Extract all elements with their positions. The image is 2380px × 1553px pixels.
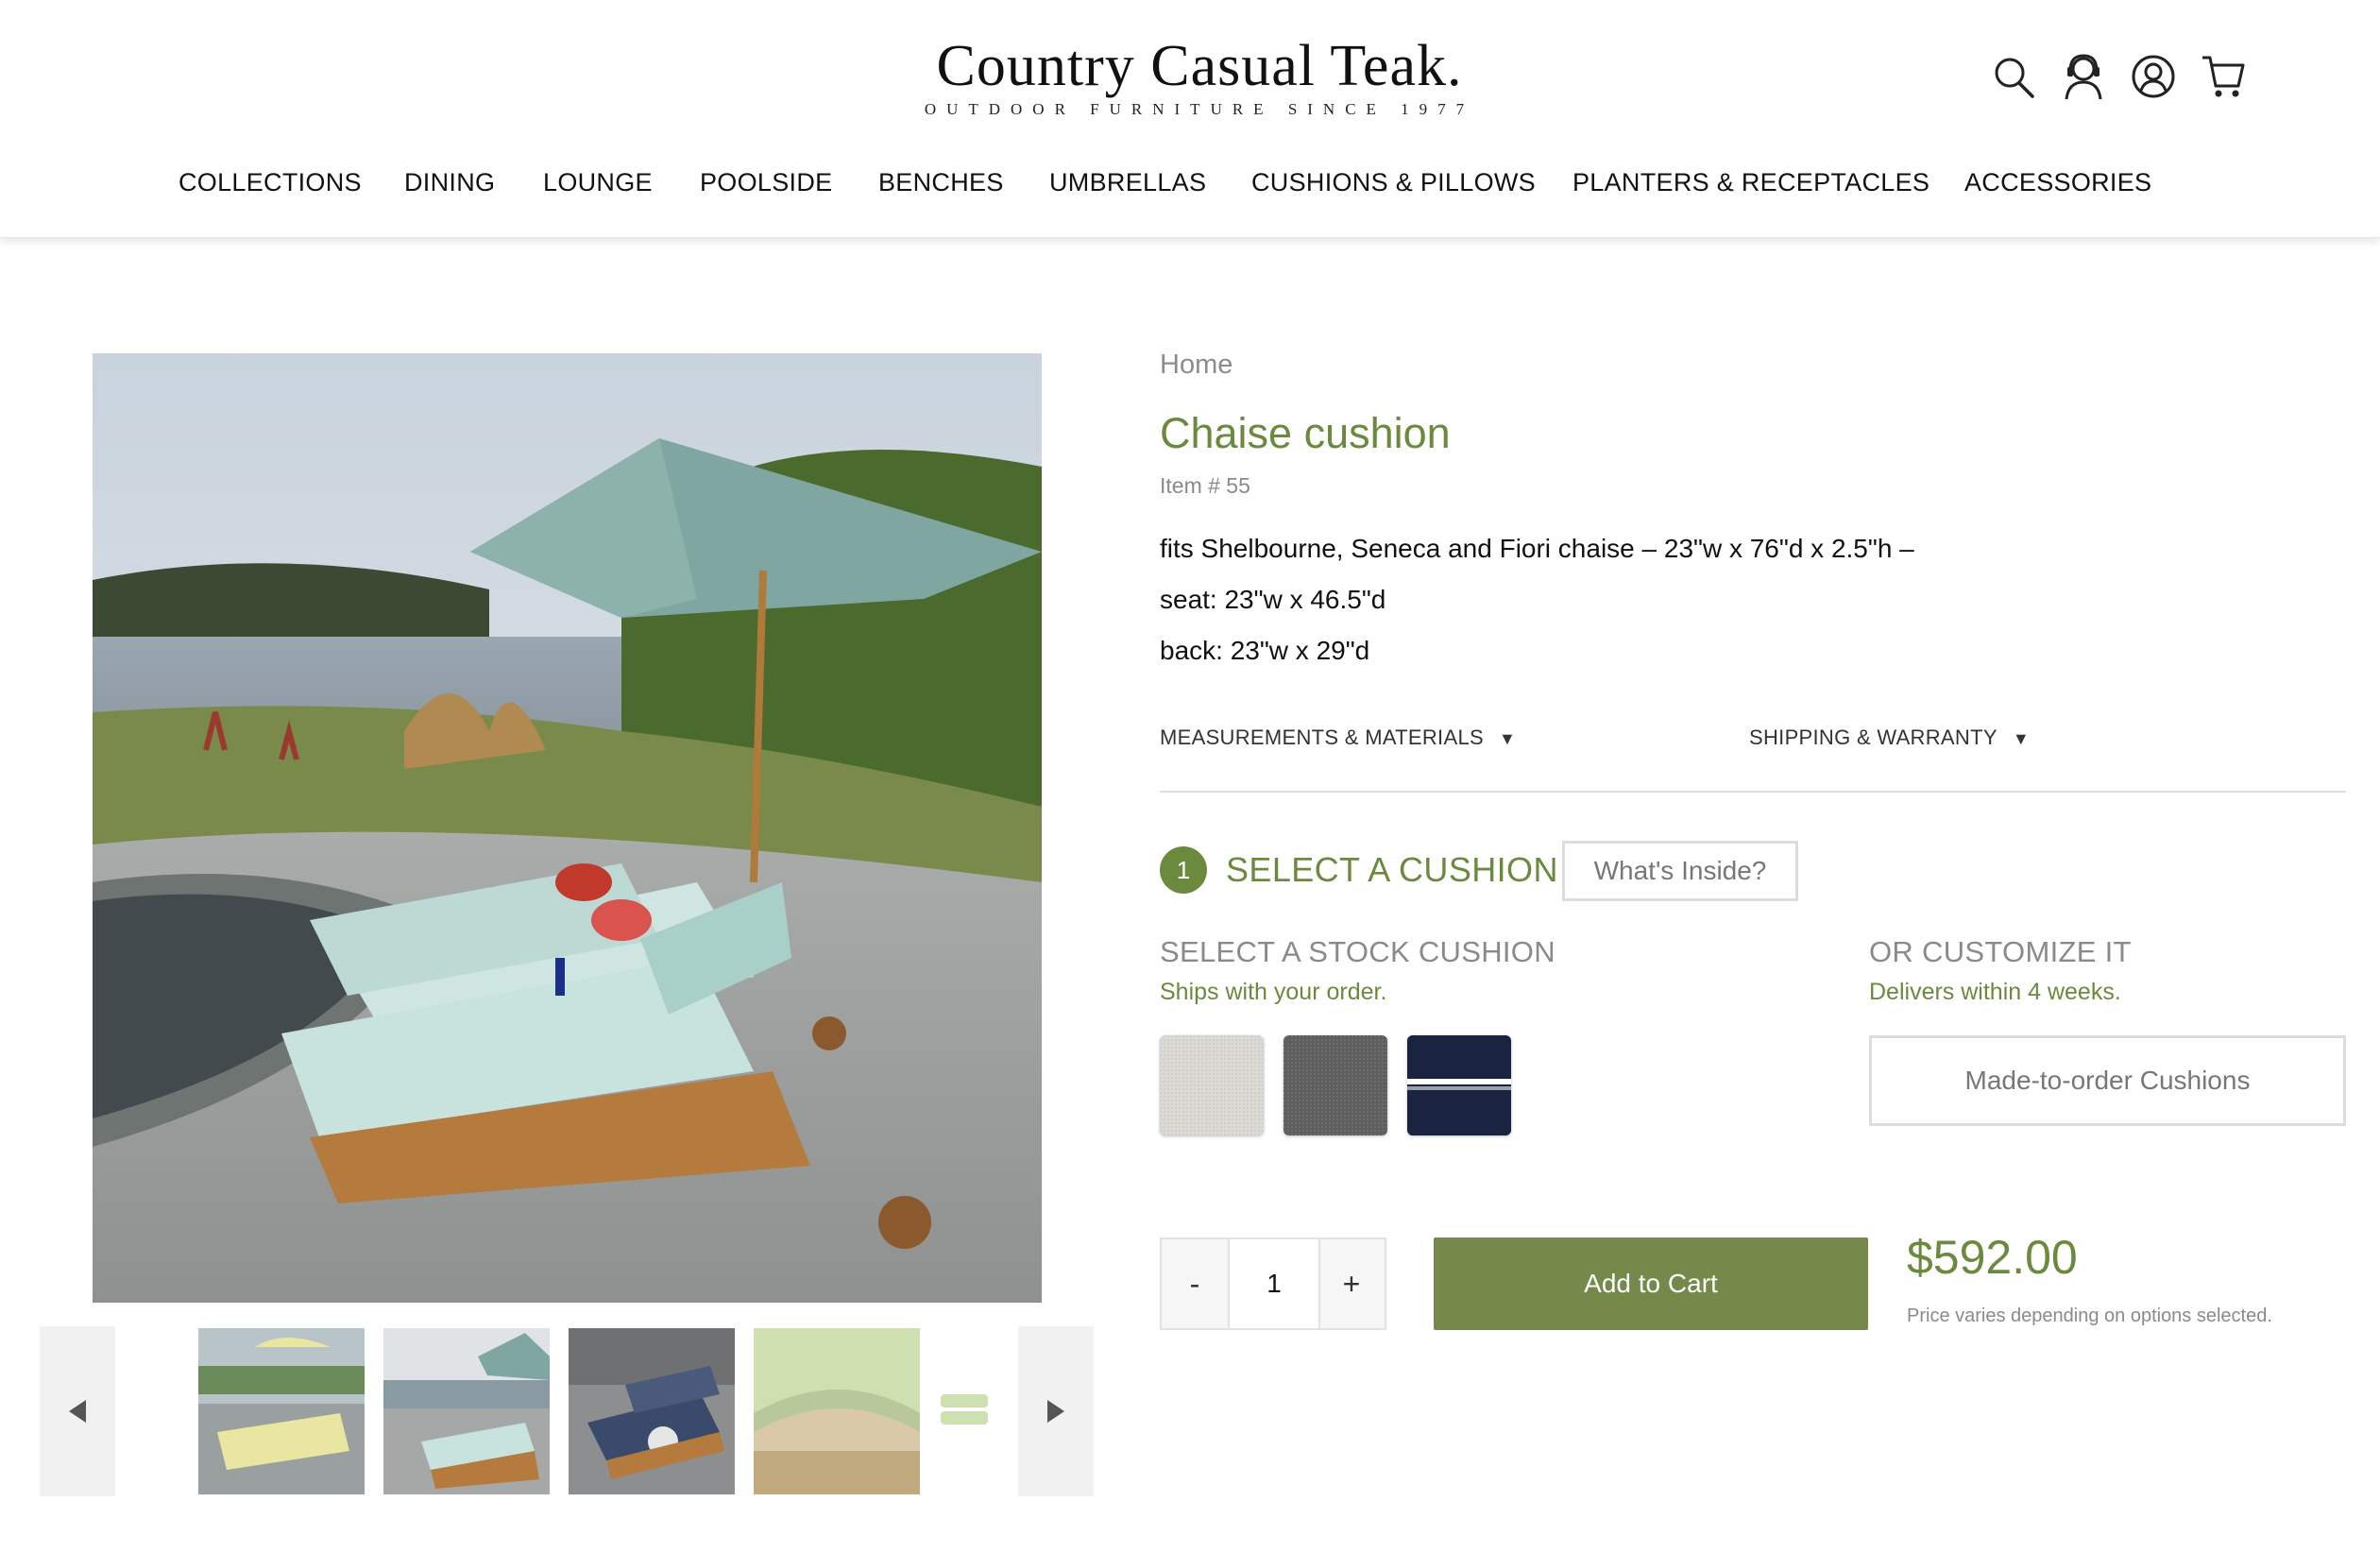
nav-planters-receptacles[interactable]: PLANTERS & RECEPTACLES bbox=[1572, 168, 1930, 197]
customize-label: OR CUSTOMIZE IT bbox=[1869, 935, 2132, 968]
caret-down-icon: ▼ bbox=[1498, 729, 1517, 748]
qty-decrease-button[interactable]: - bbox=[1162, 1239, 1228, 1328]
chevron-right-icon bbox=[1047, 1400, 1064, 1423]
cart-icon[interactable] bbox=[2201, 51, 2246, 102]
carousel-next-button[interactable] bbox=[1018, 1326, 1094, 1496]
main-nav: COLLECTIONS DINING LOUNGE POOLSIDE BENCH… bbox=[0, 168, 2380, 206]
tab-shipping-warranty[interactable]: SHIPPING & WARRANTY ▼ bbox=[1749, 725, 2030, 750]
description-line-1: fits Shelbourne, Seneca and Fiori chaise… bbox=[1160, 534, 1914, 563]
price-note: Price varies depending on options select… bbox=[1907, 1306, 2272, 1326]
fabric-texture bbox=[1284, 1035, 1387, 1135]
quantity-stepper: - + bbox=[1160, 1237, 1386, 1330]
swatch-navy-stripe[interactable] bbox=[1407, 1035, 1511, 1135]
logo-title: Country Casual Teak. bbox=[936, 34, 1463, 98]
product-info: Home Chaise cushion Item # 55 fits Shelb… bbox=[1160, 350, 2346, 1330]
thumbnail-3[interactable] bbox=[569, 1328, 735, 1494]
thumbnail-2[interactable] bbox=[383, 1328, 550, 1494]
qty-increase-button[interactable]: + bbox=[1318, 1239, 1385, 1328]
info-tabs: MEASUREMENTS & MATERIALS ▼ SHIPPING & WAR… bbox=[1160, 725, 2346, 763]
qty-input[interactable] bbox=[1228, 1239, 1320, 1328]
stock-cushion-subtext: Ships with your order. bbox=[1160, 979, 1387, 1005]
site-logo[interactable]: Country Casual Teak. OUTDOOR FURNITURE S… bbox=[850, 28, 1549, 119]
header-icons bbox=[1991, 51, 2246, 102]
price: $592.00 bbox=[1907, 1231, 2078, 1284]
thumbnail-4[interactable] bbox=[754, 1328, 920, 1494]
item-number: Item # 55 bbox=[1160, 473, 1250, 498]
description-line-2: seat: 23"w x 46.5"d bbox=[1160, 585, 1386, 614]
search-icon[interactable] bbox=[1991, 51, 2036, 102]
whats-inside-button[interactable]: What's Inside? bbox=[1562, 841, 1798, 901]
tab-measurements-materials[interactable]: MEASUREMENTS & MATERIALS ▼ bbox=[1160, 725, 1516, 750]
customize-subtext: Delivers within 4 weeks. bbox=[1869, 979, 2121, 1005]
tab-measurements-label: MEASUREMENTS & MATERIALS bbox=[1160, 725, 1484, 749]
select-cushion-step: 1 SELECT A CUSHION What's Inside? bbox=[1160, 831, 2346, 901]
thumbnail-5[interactable] bbox=[939, 1328, 990, 1494]
tab-shipping-label: SHIPPING & WARRANTY bbox=[1749, 725, 1998, 749]
step-number-badge: 1 bbox=[1160, 846, 1207, 894]
divider bbox=[1160, 791, 2346, 793]
swatch-charcoal[interactable] bbox=[1284, 1035, 1387, 1135]
nav-dining[interactable]: DINING bbox=[404, 168, 495, 197]
caret-down-icon: ▼ bbox=[2012, 729, 2030, 748]
thumbnail-carousel bbox=[40, 1326, 1094, 1496]
support-agent-icon[interactable] bbox=[2061, 51, 2106, 102]
nav-benches[interactable]: BENCHES bbox=[878, 168, 1004, 197]
description-line-3: back: 23"w x 29"d bbox=[1160, 636, 1370, 665]
nav-poolside[interactable]: POOLSIDE bbox=[700, 168, 832, 197]
product-description: fits Shelbourne, Seneca and Fiori chaise… bbox=[1160, 523, 2346, 676]
account-icon[interactable] bbox=[2131, 51, 2176, 102]
fabric-texture bbox=[1407, 1035, 1511, 1135]
add-to-cart-button[interactable]: Add to Cart bbox=[1434, 1237, 1868, 1330]
made-to-order-button[interactable]: Made-to-order Cushions bbox=[1869, 1035, 2346, 1126]
chaise-lounge-photo bbox=[93, 353, 1042, 1303]
nav-umbrellas[interactable]: UMBRELLAS bbox=[1049, 168, 1206, 197]
nav-lounge[interactable]: LOUNGE bbox=[543, 168, 653, 197]
logo-subtitle: OUTDOOR FURNITURE SINCE 1977 bbox=[924, 100, 1475, 118]
fabric-texture bbox=[1160, 1035, 1264, 1135]
nav-collections[interactable]: COLLECTIONS bbox=[178, 168, 362, 197]
nav-cushions-pillows[interactable]: CUSHIONS & PILLOWS bbox=[1251, 168, 1536, 197]
stock-cushion-label: SELECT A STOCK CUSHION bbox=[1160, 935, 1556, 968]
breadcrumb-home[interactable]: Home bbox=[1160, 350, 1232, 381]
carousel-prev-button[interactable] bbox=[40, 1326, 115, 1496]
step-title: SELECT A CUSHION bbox=[1226, 850, 1558, 889]
thumbnail-1[interactable] bbox=[198, 1328, 365, 1494]
chevron-left-icon bbox=[69, 1400, 86, 1423]
swatch-light-grey[interactable] bbox=[1160, 1035, 1264, 1135]
site-header: Country Casual Teak. OUTDOOR FURNITURE S… bbox=[0, 0, 2380, 238]
product-title: Chaise cushion bbox=[1160, 409, 1451, 457]
nav-accessories[interactable]: ACCESSORIES bbox=[1964, 168, 2151, 197]
main-product-image[interactable] bbox=[93, 353, 1042, 1303]
